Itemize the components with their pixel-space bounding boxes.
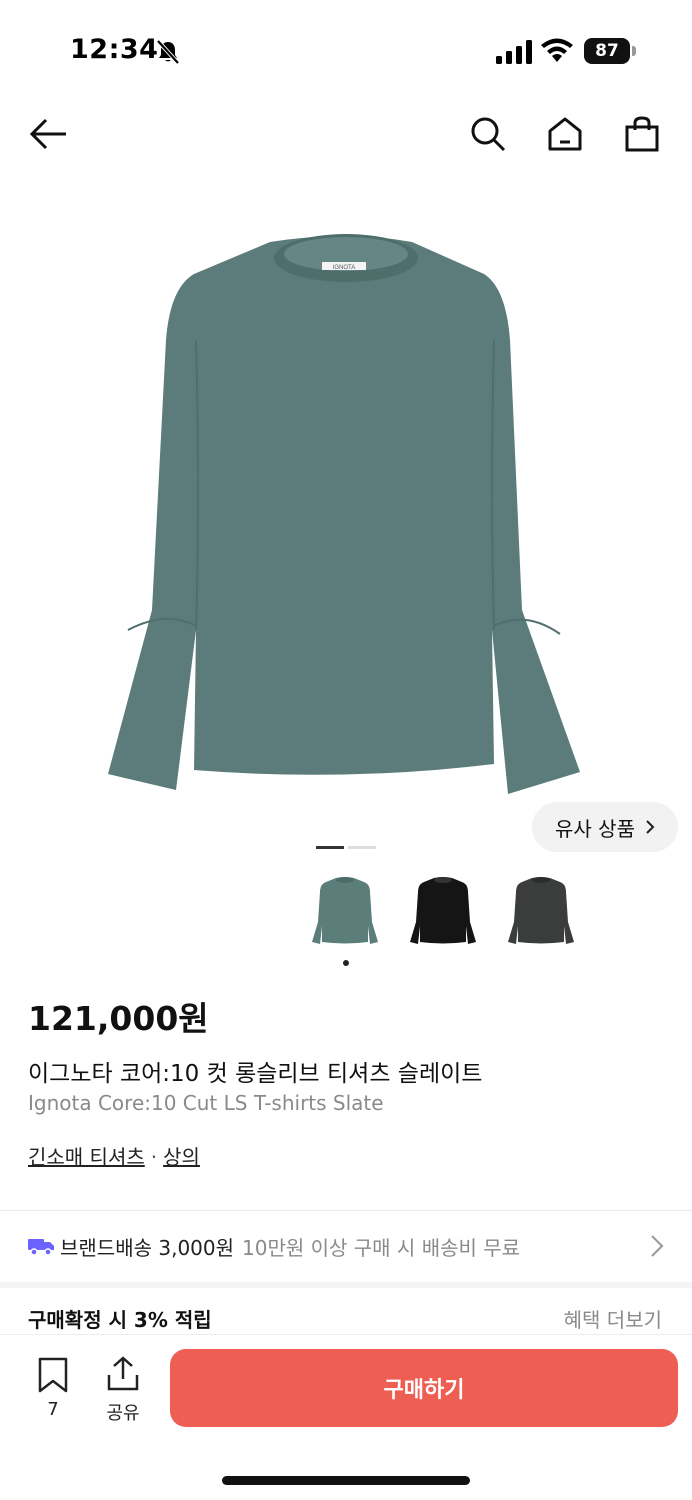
thumbnail-charcoal[interactable]: [504, 872, 578, 950]
buy-button[interactable]: 구매하기: [170, 1349, 678, 1427]
battery-level: 87: [584, 38, 630, 64]
similar-products-label: 유사 상품: [555, 816, 635, 841]
color-thumbnails: [308, 872, 578, 950]
pager-segment-1: [316, 846, 344, 849]
benefits-more-link[interactable]: 혜택 더보기: [564, 1304, 662, 1333]
pager-segment-2: [348, 846, 376, 849]
battery-indicator: 87: [584, 38, 636, 64]
thumbnail-slate[interactable]: [308, 872, 382, 950]
bookmark-button[interactable]: 7: [30, 1357, 76, 1420]
shipping-info-row[interactable]: 브랜드배송 3,000원 10만원 이상 구매 시 배송비 무료: [0, 1212, 692, 1280]
category-breadcrumb: 긴소매 티셔츠 · 상의: [28, 1141, 200, 1170]
category-link-tops[interactable]: 상의: [163, 1145, 200, 1169]
truck-icon: [28, 1239, 54, 1255]
bookmark-icon: [38, 1357, 68, 1393]
home-button[interactable]: [543, 112, 587, 156]
home-icon: [548, 117, 582, 151]
shopping-bag-icon: [625, 116, 659, 152]
product-image[interactable]: IGNOTA: [0, 190, 692, 830]
bell-off-icon: [156, 39, 180, 65]
category-link-long-sleeve-tshirts[interactable]: 긴소매 티셔츠: [28, 1145, 145, 1169]
product-name-korean: 이그노타 코어:10 컷 롱슬리브 티셔츠 슬레이트: [28, 1061, 483, 1087]
section-divider: [0, 1210, 692, 1211]
status-bar: 12:34 87: [0, 0, 692, 100]
garment-label-text: IGNOTA: [333, 265, 356, 271]
category-separator: ·: [150, 1145, 158, 1169]
chevron-right-icon: [651, 1235, 664, 1257]
product-photo: IGNOTA: [108, 234, 580, 794]
similar-products-button[interactable]: 유사 상품: [532, 802, 678, 852]
points-label: 구매확정 시 3% 적립: [28, 1308, 212, 1332]
top-navigation: [0, 100, 692, 170]
search-icon: [471, 117, 506, 152]
arrow-left-icon: [29, 118, 66, 150]
cart-button[interactable]: [620, 112, 664, 156]
thumbnail-black[interactable]: [406, 872, 480, 950]
image-pager: [316, 846, 376, 850]
selected-thumbnail-indicator: [343, 960, 349, 966]
share-label: 공유: [106, 1403, 140, 1424]
status-time: 12:34: [70, 34, 159, 65]
share-icon: [107, 1356, 139, 1391]
chevron-right-icon: [646, 820, 655, 834]
signal-icon: [496, 40, 532, 64]
wifi-icon: [541, 38, 573, 62]
home-indicator: [222, 1476, 470, 1485]
back-button[interactable]: [26, 112, 70, 156]
shipping-label: 브랜드배송 3,000원: [60, 1235, 235, 1260]
points-row: 구매확정 시 3% 적립 혜택 더보기: [0, 1288, 692, 1334]
search-button[interactable]: [466, 112, 510, 156]
bookmark-count: 7: [47, 1399, 59, 1420]
product-name-english: Ignota Core:10 Cut LS T-shirts Slate: [28, 1091, 384, 1115]
product-price: 121,000원: [28, 999, 209, 1038]
shipping-subtext: 10만원 이상 구매 시 배송비 무료: [242, 1235, 521, 1260]
share-button[interactable]: 공유: [100, 1355, 146, 1425]
